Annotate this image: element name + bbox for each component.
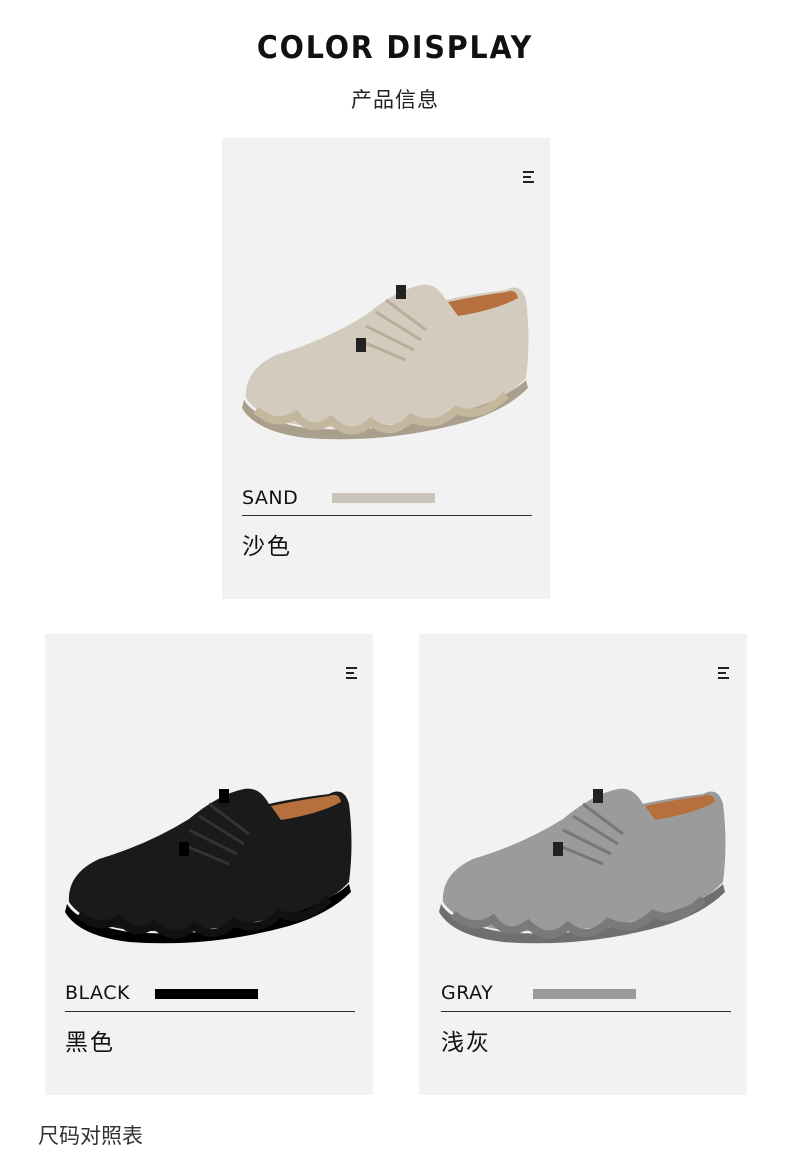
toggle-stopper — [593, 789, 603, 803]
color-name-cn: 沙色 — [242, 534, 292, 560]
toggle-stopper — [396, 285, 406, 299]
color-swatch — [332, 493, 435, 503]
color-card-black: BLACK 黑色 — [45, 634, 373, 1095]
divider — [441, 1011, 731, 1012]
menu-icon — [523, 171, 534, 183]
footer-section-title: 尺码对照表 — [38, 1124, 143, 1148]
color-card-gray: GRAY 浅灰 — [419, 634, 747, 1095]
menu-icon — [718, 667, 729, 679]
divider — [65, 1011, 355, 1012]
color-swatch — [533, 989, 636, 999]
toggle-stopper — [553, 842, 563, 856]
color-card-sand: SAND 沙色 — [222, 138, 550, 599]
menu-icon — [346, 667, 357, 679]
toggle-stopper — [179, 842, 189, 856]
color-name-cn: 黑色 — [65, 1030, 115, 1056]
shoe-image-sand — [242, 284, 529, 440]
color-name-en: SAND — [242, 487, 299, 509]
toggle-stopper — [219, 789, 229, 803]
divider — [242, 515, 532, 516]
color-name-en: BLACK — [65, 982, 130, 1004]
color-name-cn: 浅灰 — [441, 1030, 491, 1056]
color-swatch — [155, 989, 258, 999]
color-name-en: GRAY — [441, 982, 494, 1004]
toggle-stopper — [356, 338, 366, 352]
shoe-image-gray — [439, 788, 726, 944]
header-subtitle: 产品信息 — [351, 88, 439, 112]
shoe-image-black — [65, 788, 352, 944]
header-title: COLOR DISPLAY — [256, 30, 534, 66]
